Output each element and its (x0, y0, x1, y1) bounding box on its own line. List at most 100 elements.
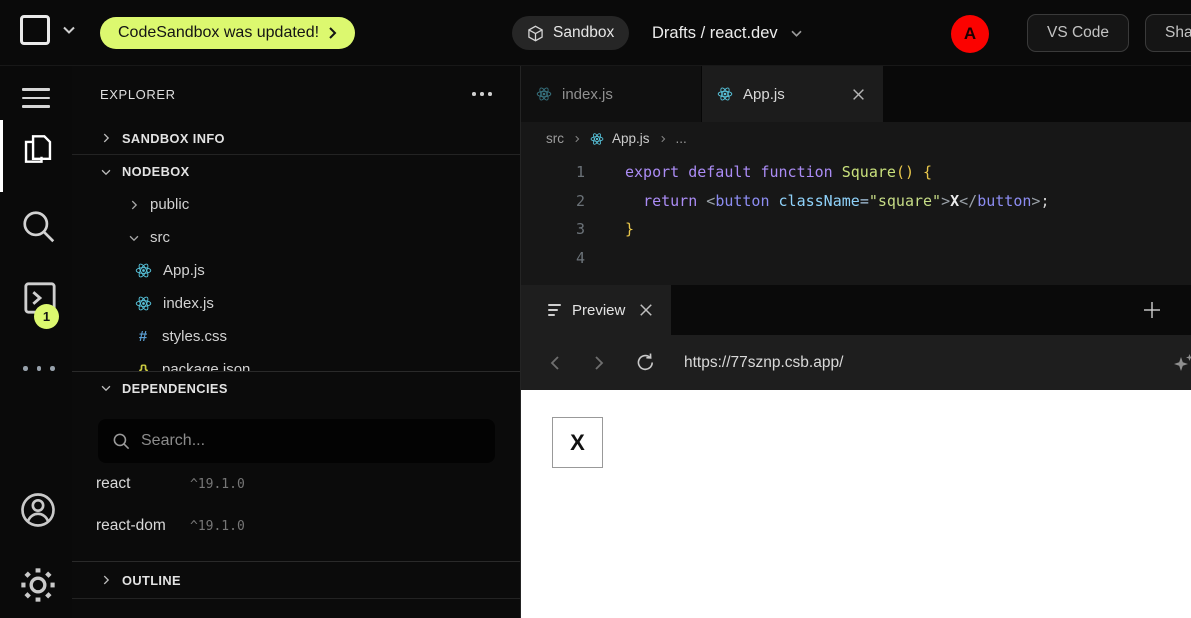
plus-icon (1142, 300, 1162, 320)
back-button[interactable] (545, 351, 565, 375)
file-label: package.json (162, 361, 250, 371)
folder-label: src (150, 229, 170, 246)
preview-list-icon (548, 304, 561, 316)
section-sandbox-info[interactable]: SANDBOX INFO (72, 122, 520, 155)
workspace-menu-button[interactable] (20, 15, 76, 45)
close-preview-button[interactable] (636, 300, 656, 320)
share-button[interactable]: Share (1145, 14, 1191, 52)
dependency-version: ^19.1.0 (180, 519, 245, 534)
sparkle-icon (1172, 351, 1191, 375)
tree-file-package-json[interactable]: {} package.json (72, 353, 520, 371)
activity-bar: 1 (0, 66, 72, 618)
chevron-down-icon (62, 25, 76, 35)
dependency-row-react[interactable]: react ^19.1.0 (72, 463, 520, 505)
terminal-count-badge: 1 (34, 304, 59, 329)
codesandbox-logo-icon (20, 15, 50, 45)
line-number: 1 (521, 163, 585, 181)
dependency-version: ^19.1.0 (180, 477, 245, 492)
chevron-right-icon (328, 26, 337, 40)
tab-preview[interactable]: Preview (533, 285, 671, 335)
section-dependencies[interactable]: DEPENDENCIES (72, 371, 520, 404)
tree-file-index-js[interactable]: index.js (72, 287, 520, 320)
tab-app-js[interactable]: App.js (702, 66, 883, 122)
editor-column: index.js App.js src App.js ... 1 (521, 66, 1191, 618)
explorer-more-button[interactable] (470, 86, 494, 102)
more-views-button[interactable] (23, 366, 55, 371)
open-vscode-button[interactable]: VS Code (1027, 14, 1129, 52)
code-line: 1 export default function Square() { (521, 158, 1191, 187)
code-line: 4 (521, 244, 1191, 273)
chevron-right-icon (572, 134, 582, 144)
close-icon (639, 303, 653, 317)
close-tab-button[interactable] (849, 85, 868, 104)
react-icon (135, 262, 152, 279)
line-number: 4 (521, 249, 585, 267)
tree-file-styles-css[interactable]: # styles.css (72, 320, 520, 353)
search-icon (112, 432, 131, 451)
ai-sparkle-button[interactable] (1170, 349, 1191, 377)
search-view-button[interactable] (20, 208, 58, 249)
section-label: NODEBOX (122, 164, 190, 179)
tab-index-js[interactable]: index.js (521, 66, 702, 122)
file-label: index.js (163, 295, 214, 312)
explorer-title: EXPLORER (100, 87, 176, 102)
avatar[interactable]: A (951, 15, 989, 53)
settings-button[interactable] (18, 565, 58, 608)
tab-label: index.js (562, 86, 613, 103)
dependency-row-react-dom[interactable]: react-dom ^19.1.0 (72, 505, 520, 547)
search-icon (20, 208, 58, 246)
preview-url: https://77sznp.csb.app/ (684, 354, 843, 371)
chevron-right-icon (658, 134, 668, 144)
sandbox-type-badge[interactable]: Sandbox (512, 16, 629, 50)
line-number: 3 (521, 220, 585, 238)
explorer-view-button[interactable] (21, 130, 55, 171)
section-label: SANDBOX INFO (122, 131, 225, 146)
codesandbox-app: CodeSandbox was updated! Sandbox Drafts … (0, 0, 1191, 618)
square-app-button[interactable]: X (552, 417, 603, 468)
section-label: OUTLINE (122, 573, 181, 588)
refresh-button[interactable] (633, 350, 658, 375)
preview-tab-strip: Preview (521, 285, 1191, 335)
section-outline[interactable]: OUTLINE (72, 561, 520, 599)
breadcrumb-file[interactable]: App.js (612, 131, 650, 146)
folder-label: public (150, 196, 189, 213)
dependency-search (98, 419, 495, 463)
breadcrumb-folder[interactable]: src (546, 131, 564, 146)
project-breadcrumb[interactable]: Drafts / react.dev (652, 0, 803, 66)
code-editor[interactable]: 1 export default function Square() { 2 r… (521, 155, 1191, 285)
react-icon (590, 132, 604, 146)
editor-breadcrumb: src App.js ... (521, 122, 1191, 155)
active-view-indicator (0, 120, 3, 192)
file-label: App.js (163, 262, 205, 279)
square-button-label: X (570, 430, 585, 456)
account-button[interactable] (18, 490, 58, 533)
preview-webview: X (521, 390, 1191, 618)
breadcrumb-more[interactable]: ... (676, 131, 687, 146)
menu-button[interactable] (22, 82, 50, 114)
json-icon: {} (135, 362, 151, 371)
tree-folder-public[interactable]: public (72, 188, 520, 221)
update-banner-button[interactable]: CodeSandbox was updated! (100, 17, 355, 49)
sandbox-badge-label: Sandbox (553, 24, 614, 42)
forward-button[interactable] (589, 351, 609, 375)
chevron-right-icon (127, 198, 141, 212)
tree-file-app-js[interactable]: App.js (72, 254, 520, 287)
layout-button[interactable] (1181, 298, 1191, 322)
section-label: DEPENDENCIES (122, 381, 228, 396)
dependency-name: react-dom (96, 517, 180, 535)
dependency-search-input[interactable] (141, 432, 481, 450)
chevron-right-icon (99, 573, 113, 587)
chevron-right-icon (591, 353, 607, 373)
section-nodebox[interactable]: NODEBOX (72, 155, 520, 188)
explorer-panel: EXPLORER SANDBOX INFO NODEBOX public src (72, 66, 521, 618)
chevron-down-icon (127, 231, 141, 245)
tree-file-package-json-clipped: {} package.json (72, 353, 520, 371)
add-tab-button[interactable] (1140, 298, 1164, 322)
preview-strip-actions (671, 285, 1191, 335)
main-area: 1 EXPLORER (0, 66, 1191, 618)
code-line: 2 return <button className="square">X</b… (521, 187, 1191, 216)
share-button-label: Share (1165, 24, 1191, 42)
chevron-down-icon (99, 165, 113, 179)
address-bar[interactable]: https://77sznp.csb.app/ (684, 354, 843, 372)
tree-folder-src[interactable]: src (72, 221, 520, 254)
